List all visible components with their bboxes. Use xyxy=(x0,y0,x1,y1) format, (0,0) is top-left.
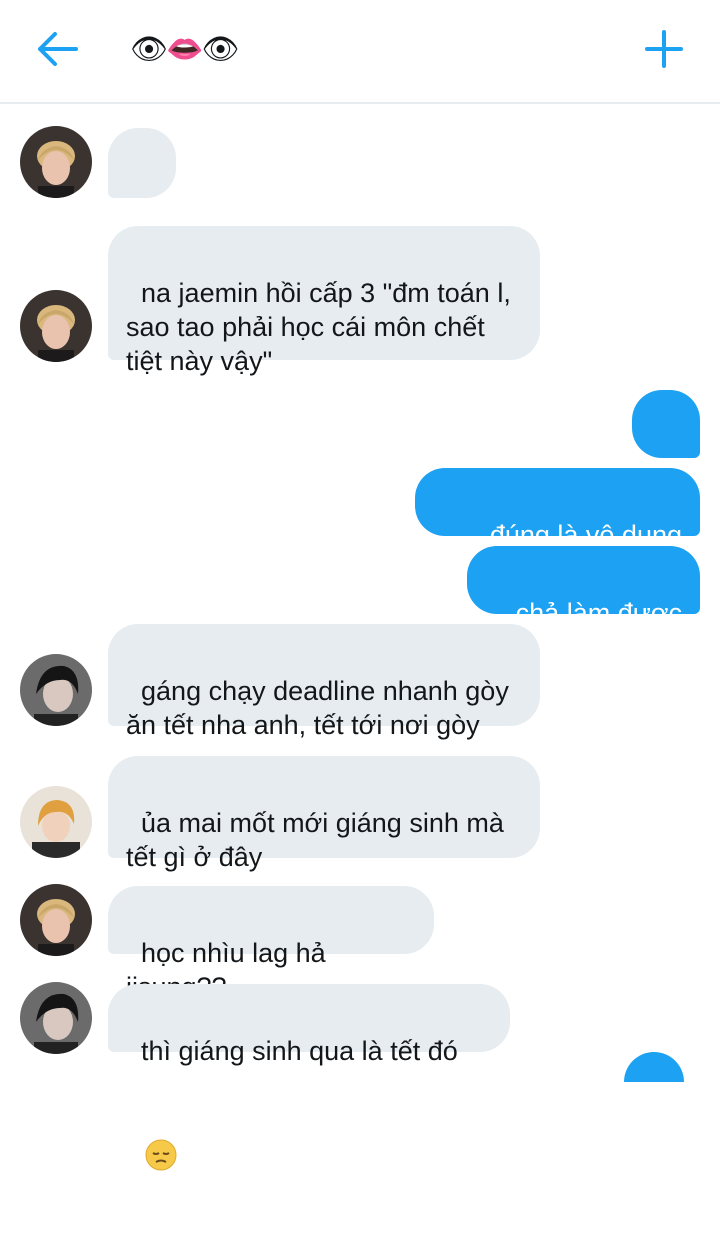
message-text: na jaemin hồi cấp 3 "đm toán l, sao tao … xyxy=(126,278,511,376)
avatar-image xyxy=(20,884,92,956)
avatar-image xyxy=(20,290,92,362)
avatar-image xyxy=(20,982,92,1054)
plus-icon xyxy=(645,30,683,68)
avatar-image xyxy=(20,654,92,726)
message-bubble-received[interactable]: ủa mai mốt mới giáng sinh mà tết gì ở đâ… xyxy=(108,756,540,872)
avatar-blond[interactable] xyxy=(20,126,92,198)
add-button[interactable] xyxy=(640,24,688,74)
conversation-title: 👁👄👁 xyxy=(130,32,240,67)
message-text: ủa mai mốt mới giáng sinh mà tết gì ở đâ… xyxy=(126,808,504,872)
avatar-blond[interactable] xyxy=(20,290,92,362)
message-bubble-received[interactable]: học nhìu lag hả jisung?? xyxy=(108,886,434,1002)
arrow-left-icon xyxy=(38,32,78,66)
conversation-header: 👁👄👁 xyxy=(0,0,720,104)
avatar-dark-hair[interactable] xyxy=(20,654,92,726)
pensive-face-icon xyxy=(145,1071,177,1171)
avatar-blond[interactable] xyxy=(20,884,92,956)
message-bubble-sent[interactable] xyxy=(632,390,700,579)
avatar-orange-hair[interactable] xyxy=(20,786,92,858)
avatar-dark-hair[interactable] xyxy=(20,982,92,1054)
message-bubble-sent[interactable]: đúng là vô dụng thật xyxy=(415,468,700,584)
back-button[interactable] xyxy=(30,26,82,72)
message-bubble-received[interactable] xyxy=(108,128,176,317)
avatar-image xyxy=(20,126,92,198)
message-bubble-received[interactable]: thì giáng sinh qua là tết đó xyxy=(108,984,510,1171)
message-bubble-sent[interactable]: chả làm được gì xyxy=(467,546,700,662)
message-bubble-sent[interactable] xyxy=(624,1052,684,1082)
message-text: gáng chạy deadline nhanh gòy ăn tết nha … xyxy=(126,676,509,740)
message-bubble-received[interactable]: na jaemin hồi cấp 3 "đm toán l, sao tao … xyxy=(108,226,540,376)
avatar-image xyxy=(20,786,92,858)
message-bubble-received[interactable]: gáng chạy deadline nhanh gòy ăn tết nha … xyxy=(108,624,540,740)
